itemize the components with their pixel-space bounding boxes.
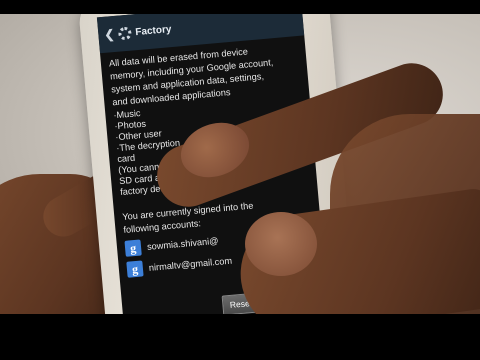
photo-scene: ❮ Factory All data will be erased from d… (0, 14, 480, 314)
thumb-tip (245, 212, 317, 276)
google-account-icon: g (126, 260, 144, 278)
google-account-icon: g (124, 239, 142, 257)
letterbox-bottom (0, 314, 480, 360)
letterbox-top (0, 0, 480, 14)
screen-title: Factory (134, 23, 172, 38)
gear-icon (117, 26, 132, 41)
account-email: sowmia.shivani@ (146, 235, 219, 252)
account-email: nirmaltv@gmail.com (148, 255, 233, 273)
back-icon[interactable]: ❮ (104, 27, 115, 42)
